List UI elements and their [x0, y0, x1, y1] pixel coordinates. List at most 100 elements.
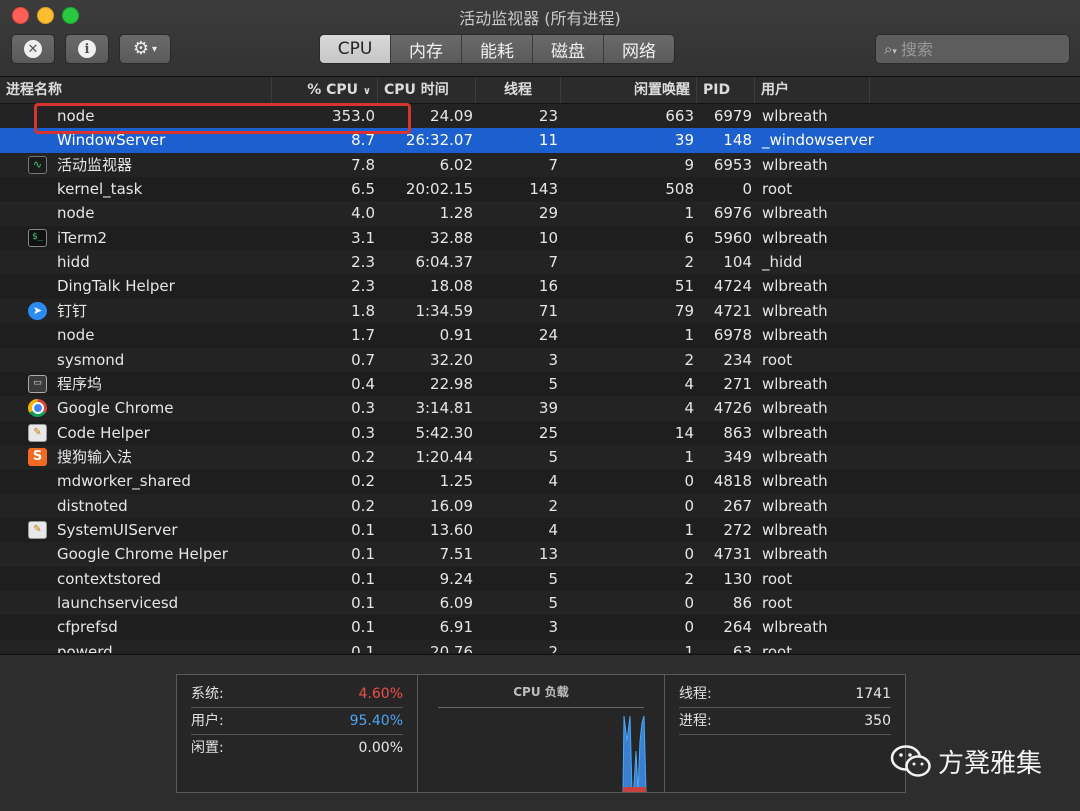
chevron-down-icon: ▾ [152, 43, 158, 55]
cell-pid: 4721 [713, 301, 752, 320]
cell-process-name: DingTalk Helper [57, 277, 175, 296]
cell-idle-wakeups: 4 [684, 374, 694, 393]
quit-process-button[interactable]: ✕ [11, 34, 55, 64]
search-input[interactable] [898, 38, 1053, 60]
cell-cpu-time: 20:02.15 [405, 180, 473, 199]
cell-pid: 6978 [713, 326, 752, 345]
cell-user: wlbreath [762, 447, 828, 466]
stat-idle-value: 0.00% [358, 740, 403, 756]
stat-user-value: 95.40% [349, 713, 403, 729]
process-icon-cell: S [28, 447, 48, 466]
table-row[interactable]: DingTalk Helper 2.3 18.08 16 51 4724 wlbreath [0, 274, 1080, 299]
column-header-threads[interactable]: 线程 [476, 77, 561, 103]
table-row[interactable]: WindowServer 8.7 26:32.07 11 39 148 _windowser… [0, 128, 1080, 153]
table-row[interactable]: powerd 0.1 20.76 2 1 63 root [0, 639, 1080, 653]
cpu-load-user-area [622, 715, 647, 792]
cell-idle-wakeups: 4 [684, 399, 694, 418]
table-row[interactable]: node 1.7 0.91 24 1 6978 wlbreath [0, 323, 1080, 348]
cell-user: wlbreath [762, 301, 828, 320]
document-icon: ✎ [28, 520, 47, 539]
table-row[interactable]: ▭ 程序坞 0.4 22.98 5 4 271 wlbreath [0, 371, 1080, 397]
column-header-idle-wakeups[interactable]: 闲置唤醒 [561, 77, 697, 103]
tab-energy[interactable]: 能耗 [461, 35, 532, 63]
cell-pid: 863 [723, 423, 752, 442]
table-row[interactable]: hidd 2.3 6:04.37 7 2 104 _hidd [0, 250, 1080, 275]
stat-system: 系统: 4.60% [191, 681, 403, 708]
stat-threads: 线程: 1741 [679, 681, 891, 708]
column-header-pid[interactable]: PID [697, 77, 755, 103]
summary-area: 系统: 4.60% 用户: 95.40% 闲置: 0.00% CPU 负载 线程… [0, 654, 1080, 811]
cell-user: _hidd [762, 253, 803, 272]
cell-thread-count: 7 [548, 155, 558, 174]
cell-idle-wakeups: 1 [684, 204, 694, 223]
table-row[interactable]: contextstored 0.1 9.24 5 2 130 root [0, 566, 1080, 591]
stat-processes-label: 进程: [679, 713, 712, 729]
activity-monitor-icon: ∿ [28, 155, 47, 174]
process-table[interactable]: node 353.0 24.09 23 663 6979 wlbreath WindowSer… [0, 104, 1080, 653]
stat-threads-label: 线程: [679, 686, 712, 702]
table-row[interactable]: cfprefsd 0.1 6.91 3 0 264 wlbreath [0, 615, 1080, 640]
table-row[interactable]: ∿ 活动监视器 7.8 6.02 7 9 6953 wlbreath [0, 152, 1080, 178]
table-row[interactable]: ✎ SystemUIServer 0.1 13.60 4 1 272 wlbreath [0, 517, 1080, 543]
table-row[interactable]: sysmond 0.7 32.20 3 2 234 root [0, 347, 1080, 372]
stat-user: 用户: 95.40% [191, 708, 403, 735]
search-field[interactable]: ⌕▾ [875, 34, 1070, 64]
cell-thread-count: 3 [548, 350, 558, 369]
cell-cpu-time: 32.20 [430, 350, 473, 369]
cell-process-name: distnoted [57, 496, 128, 515]
tab-disk[interactable]: 磁盘 [532, 35, 603, 63]
table-row[interactable]: $_ iTerm2 3.1 32.88 10 6 5960 wlbreath [0, 225, 1080, 251]
cell-idle-wakeups: 1 [684, 326, 694, 345]
table-row[interactable]: S 搜狗输入法 0.2 1:20.44 5 1 349 wlbreath [0, 444, 1080, 470]
cell-cpu-percent: 0.3 [351, 423, 375, 442]
table-row[interactable]: Google Chrome 0.3 3:14.81 39 4 4726 wlbreath [0, 396, 1080, 421]
cell-pid: 148 [723, 131, 752, 150]
cell-thread-count: 24 [538, 326, 558, 345]
cpu-load-graph [622, 715, 647, 792]
cell-cpu-percent: 0.1 [351, 594, 375, 612]
table-row[interactable]: distnoted 0.2 16.09 2 0 267 wlbreath [0, 493, 1080, 518]
cell-user: root [762, 569, 793, 588]
tab-memory[interactable]: 内存 [390, 35, 461, 63]
table-row[interactable]: kernel_task 6.5 20:02.15 143 508 0 root [0, 177, 1080, 202]
cell-process-name: cfprefsd [57, 618, 118, 637]
cell-user: root [762, 180, 793, 199]
table-row[interactable]: node 353.0 24.09 23 663 6979 wlbreath [0, 104, 1080, 129]
column-header-cpu[interactable]: % CPU ∨ [272, 77, 378, 103]
column-header-user[interactable]: 用户 [755, 77, 870, 103]
stat-user-label: 用户: [191, 713, 224, 729]
column-header-cpu-time[interactable]: CPU 时间 [378, 77, 476, 103]
table-header: 进程名称 % CPU ∨ CPU 时间 线程 闲置唤醒 PID 用户 [0, 77, 1080, 104]
cell-process-name: Code Helper [57, 423, 150, 442]
column-header-name[interactable]: 进程名称 [0, 77, 272, 103]
table-row[interactable]: mdworker_shared 0.2 1.25 4 0 4818 wlbreath [0, 469, 1080, 494]
cell-user: wlbreath [762, 204, 828, 223]
cell-cpu-time: 6.91 [439, 618, 473, 637]
process-icon-cell [28, 399, 48, 418]
table-row[interactable]: node 4.0 1.28 29 1 6976 wlbreath [0, 201, 1080, 226]
cell-thread-count: 5 [548, 594, 558, 612]
cell-user: wlbreath [762, 277, 828, 296]
cell-idle-wakeups: 2 [684, 350, 694, 369]
cell-thread-count: 71 [538, 301, 558, 320]
actions-menu-button[interactable]: ⚙ ▾ [119, 34, 171, 64]
cell-pid: 5960 [713, 228, 752, 247]
stat-threads-value: 1741 [855, 686, 891, 702]
cpu-usage-stats: 系统: 4.60% 用户: 95.40% 闲置: 0.00% [177, 675, 418, 792]
cell-thread-count: 11 [538, 131, 558, 150]
table-row[interactable]: ✎ Code Helper 0.3 5:42.30 25 14 863 wlbreath [0, 420, 1080, 445]
cell-thread-count: 13 [538, 545, 558, 564]
cell-cpu-percent: 0.2 [351, 447, 375, 466]
inspect-process-button[interactable]: i [65, 34, 109, 64]
cell-user: wlbreath [762, 545, 828, 564]
cell-user: wlbreath [762, 107, 828, 125]
tab-network[interactable]: 网络 [603, 35, 674, 63]
table-row[interactable]: Google Chrome Helper 0.1 7.51 13 0 4731 wlbrea… [0, 542, 1080, 567]
column-header-cpu-label: % CPU [307, 82, 358, 98]
cell-thread-count: 3 [548, 618, 558, 637]
tab-cpu[interactable]: CPU [320, 35, 390, 63]
cell-idle-wakeups: 79 [674, 301, 694, 320]
cell-cpu-percent: 0.1 [351, 545, 375, 564]
table-row[interactable]: launchservicesd 0.1 6.09 5 0 86 root [0, 591, 1080, 616]
table-row[interactable]: ➤ 钉钉 1.8 1:34.59 71 79 4721 wlbreath [0, 298, 1080, 324]
